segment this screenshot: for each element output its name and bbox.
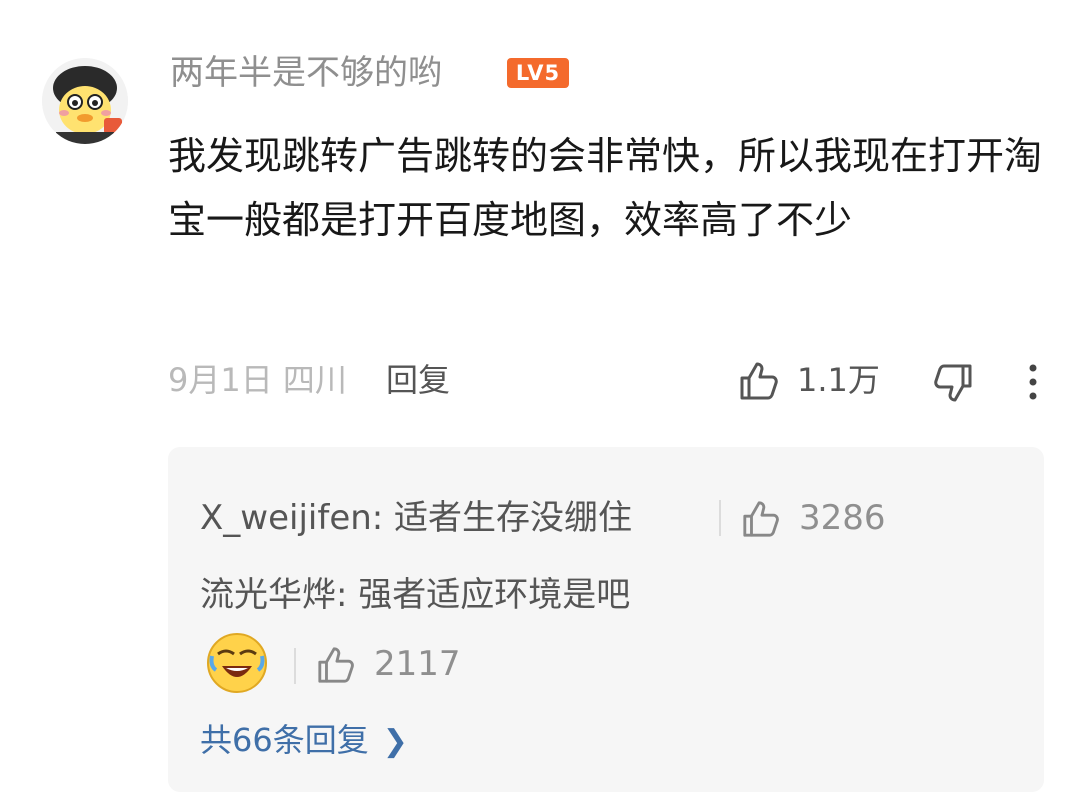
more-vertical-icon[interactable]	[1018, 362, 1048, 402]
level-badge: LV5	[507, 58, 569, 88]
laughing-emoji-icon	[207, 633, 267, 693]
reply-button[interactable]: 回复	[386, 358, 450, 402]
thumbs-up-icon[interactable]	[316, 645, 356, 685]
reply-item[interactable]: X_weijifen: 适者生存没绷住	[200, 495, 632, 541]
divider	[719, 500, 721, 536]
chevron-right-icon: ❯	[382, 724, 408, 759]
comment-text: 我发现跳转广告跳转的会非常快，所以我现在打开淘宝一般都是打开百度地图，效率高了不…	[168, 134, 1043, 242]
user-avatar[interactable]	[42, 58, 128, 144]
thumbs-up-icon[interactable]	[738, 360, 780, 402]
reply-like-count: 3286	[799, 498, 886, 538]
thumbs-down-icon[interactable]	[932, 362, 974, 404]
reply-item[interactable]: 流光华烨: 强者适应环境是吧	[200, 572, 630, 618]
username[interactable]: 两年半是不够的哟	[170, 50, 442, 96]
thumbs-up-icon[interactable]	[741, 499, 781, 539]
comment-page: 两年半是不够的哟 LV5 我发现跳转广告跳转的会非常快，所以我现在打开淘宝一般都…	[0, 0, 1080, 810]
divider	[294, 648, 296, 684]
comment-date-location: 9月1日 四川	[168, 361, 347, 399]
view-all-replies-link[interactable]: 共66条回复 ❯	[200, 718, 408, 764]
like-count: 1.1万	[797, 361, 880, 399]
cartoon-avatar-icon	[42, 58, 128, 144]
reply-like-count: 2117	[374, 644, 461, 684]
more-replies-label: 共66条回复	[200, 721, 369, 759]
